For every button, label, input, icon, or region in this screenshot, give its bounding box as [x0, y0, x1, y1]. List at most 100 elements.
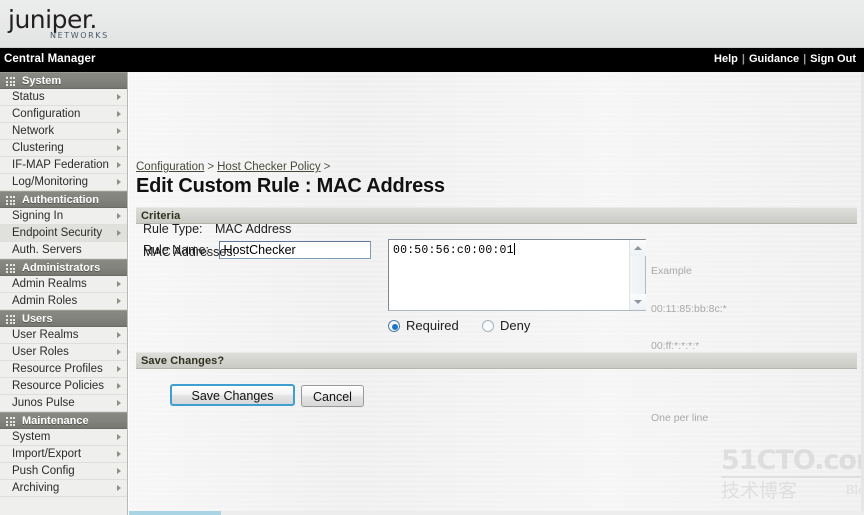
sidebar-item-label: Archiving — [12, 482, 60, 494]
grid-dots-icon — [6, 77, 15, 86]
sidebar-item-admin-realms[interactable]: Admin Realms — [0, 276, 127, 293]
example-hint: Example 00:11:85:bb:8c:* 00:ff:*:*:*:* O… — [651, 240, 821, 449]
sidebar-item-label: Clustering — [12, 142, 64, 154]
sidebar-item-label: Resource Policies — [12, 380, 105, 392]
radio-option-required[interactable]: Required — [388, 318, 459, 333]
sidebar-section-label: Maintenance — [22, 415, 89, 427]
radio-deny-indicator[interactable] — [482, 320, 495, 332]
grid-dots-icon — [6, 315, 15, 324]
sidebar-item-system[interactable]: System — [0, 429, 127, 446]
sidebar-item-auth-servers[interactable]: Auth. Servers — [0, 242, 127, 259]
breadcrumb-item-host-checker-policy[interactable]: Host Checker Policy — [217, 161, 321, 173]
mac-addresses-label: MAC Addresses: — [143, 245, 237, 259]
sidebar-item-label: Admin Roles — [12, 295, 78, 307]
cancel-button[interactable]: Cancel — [301, 385, 364, 407]
example-note: One per line — [651, 411, 709, 424]
sidebar-item-label: Import/Export — [12, 448, 82, 460]
chevron-right-icon — [117, 128, 121, 134]
appbar-separator-2: | — [803, 53, 807, 65]
chevron-right-icon — [117, 468, 121, 474]
chevron-right-icon — [117, 298, 121, 304]
chevron-right-icon — [117, 281, 121, 287]
page-horizontal-scrollbar[interactable] — [129, 511, 864, 515]
appbar-separator-1: | — [741, 53, 745, 65]
sidebar-section-header-users: Users — [0, 310, 127, 327]
save-changes-section-label: Save Changes? — [141, 355, 225, 367]
site-watermark: 51CTO.com 技术博客 Blog — [721, 447, 864, 503]
sidebar-item-label: Status — [12, 91, 45, 103]
save-changes-button[interactable]: Save Changes — [170, 384, 295, 406]
main-content: Configuration > Host Checker Policy > Edit … — [129, 72, 864, 515]
criteria-section-label: Criteria — [141, 210, 181, 222]
sidebar-item-admin-roles[interactable]: Admin Roles — [0, 293, 127, 310]
sidebar-item-signing-in[interactable]: Signing In — [0, 208, 127, 225]
sidebar-item-network[interactable]: Network — [0, 123, 127, 140]
chevron-right-icon — [117, 230, 121, 236]
sidebar-section-label: System — [22, 75, 62, 87]
app-bar-title: Central Manager — [4, 53, 96, 65]
brand-header: juniper. NETWORKS — [0, 0, 864, 48]
horizontal-scrollbar-thumb[interactable] — [129, 511, 221, 515]
sidebar-item-endpoint-security[interactable]: Endpoint Security — [0, 225, 127, 242]
chevron-right-icon — [117, 179, 121, 185]
sidebar-section-header-authentication: Authentication — [0, 191, 127, 208]
sidebar-section-header-administrators: Administrators — [0, 259, 127, 276]
sidebar-item-resource-profiles[interactable]: Resource Profiles — [0, 361, 127, 378]
juniper-logo-wordmark: juniper. — [8, 5, 97, 34]
save-changes-section-header: Save Changes? — [136, 352, 857, 369]
radio-required-indicator[interactable] — [388, 320, 400, 332]
chevron-right-icon — [117, 434, 121, 440]
sidebar-item-label: Resource Profiles — [12, 363, 103, 375]
rule-type-value: MAC Address — [214, 222, 292, 236]
mac-addresses-textarea[interactable]: 00:50:56:c0:00:01 — [388, 239, 646, 311]
sidebar-item-label: IF-MAP Federation — [12, 159, 109, 171]
chevron-right-icon — [117, 400, 121, 406]
sidebar-item-log-monitoring[interactable]: Log/Monitoring — [0, 174, 127, 191]
example-spacer — [651, 378, 821, 387]
example-line-2: 00:ff:*:*:*:* — [651, 340, 700, 352]
sidebar-item-label: User Realms — [12, 329, 79, 341]
sidebar-item-label: System — [12, 431, 51, 443]
sidebar-item-push-config[interactable]: Push Config — [0, 463, 127, 480]
rule-type-label: Rule Type: — [143, 222, 203, 236]
sidebar-item-configuration[interactable]: Configuration — [0, 106, 127, 123]
scroll-down-button[interactable] — [630, 294, 646, 310]
sidebar-item-label: Junos Pulse — [12, 397, 75, 409]
guidance-link[interactable]: Guidance — [749, 53, 799, 65]
chevron-right-icon — [117, 451, 121, 457]
sidebar-item-junos-pulse[interactable]: Junos Pulse — [0, 395, 127, 412]
requirement-radio-group[interactable]: Required Deny — [388, 318, 530, 333]
breadcrumb-item-configuration[interactable]: Configuration — [136, 161, 204, 173]
sign-out-link[interactable]: Sign Out — [810, 53, 856, 65]
sidebar-navigation[interactable]: System Status Configuration Network Clusteri… — [0, 72, 128, 515]
chevron-right-icon — [117, 349, 121, 355]
sidebar-item-clustering[interactable]: Clustering — [0, 140, 127, 157]
breadcrumb: Configuration > Host Checker Policy > — [136, 161, 333, 173]
scroll-up-button[interactable] — [630, 240, 646, 256]
sidebar-item-user-roles[interactable]: User Roles — [0, 344, 127, 361]
chevron-right-icon — [117, 94, 121, 100]
juniper-logo-subtext: NETWORKS — [50, 31, 109, 40]
sidebar-item-archiving[interactable]: Archiving — [0, 480, 127, 497]
example-title: Example — [651, 265, 692, 277]
grid-dots-icon — [6, 264, 15, 273]
sidebar-item-resource-policies[interactable]: Resource Policies — [0, 378, 127, 395]
radio-option-deny[interactable]: Deny — [482, 318, 530, 333]
textarea-scrollbar[interactable] — [629, 240, 646, 310]
page-title: Edit Custom Rule : MAC Address — [136, 175, 445, 197]
sidebar-item-label: Signing In — [12, 210, 64, 222]
example-line-1: 00:11:85:bb:8c:* — [651, 302, 727, 315]
sidebar-item-status[interactable]: Status — [0, 89, 127, 106]
chevron-right-icon — [117, 162, 121, 168]
sidebar-item-label: Auth. Servers — [12, 244, 82, 256]
sidebar-item-label: Admin Realms — [12, 278, 87, 290]
sidebar-item-if-map-federation[interactable]: IF-MAP Federation — [0, 157, 127, 174]
radio-deny-label: Deny — [500, 318, 531, 333]
chevron-up-icon — [634, 246, 642, 250]
sidebar-item-import-export[interactable]: Import/Export — [0, 446, 127, 463]
help-link[interactable]: Help — [714, 53, 738, 65]
sidebar-item-user-realms[interactable]: User Realms — [0, 327, 127, 344]
browser-page: juniper. NETWORKS Central Manager Help | G… — [0, 0, 864, 515]
sidebar-section-label: Administrators — [22, 262, 101, 274]
rule-name-input[interactable] — [219, 241, 372, 259]
